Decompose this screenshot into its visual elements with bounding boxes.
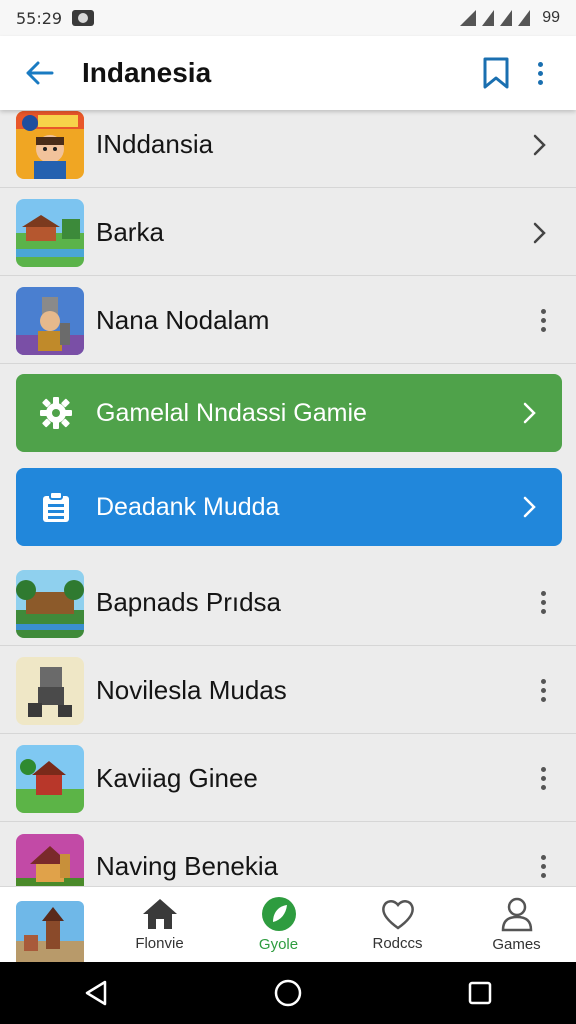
page-title: Indanesia — [82, 57, 212, 88]
heart-icon — [381, 900, 414, 930]
home-circle-icon[interactable] — [258, 968, 318, 1018]
leaf-circle-icon — [261, 897, 296, 931]
signal-icon — [482, 10, 495, 26]
game-list: INddansia Barka Nana Nodalam Gamelal Nnd… — [0, 110, 576, 886]
list-item-label: Nana Nodalam — [96, 305, 270, 335]
status-icons: 99 — [460, 9, 560, 27]
list-item[interactable]: Kaviiag Ginee — [0, 736, 576, 822]
list-item[interactable]: Nana Nodalam — [0, 278, 576, 364]
list-item[interactable]: Bapnads Prıdsa — [0, 560, 576, 646]
chevron-right-icon — [518, 401, 542, 425]
chevron-right-icon — [518, 495, 542, 519]
building-portrait-thumbnail — [16, 111, 84, 179]
bottom-peek-thumbnail — [0, 887, 100, 963]
more-vert-icon[interactable] — [541, 855, 546, 878]
more-vert-icon[interactable] — [520, 53, 560, 93]
nav-label: Rodccs — [372, 935, 423, 952]
bookmark-icon[interactable] — [476, 53, 516, 93]
list-item[interactable]: INddansia — [0, 110, 576, 188]
nav-gyole[interactable]: Gyole — [219, 887, 338, 962]
banner-label: Gamelal Nndassi Gamie — [96, 398, 367, 427]
status-time: 55:29 — [16, 8, 63, 28]
camera-notification-icon — [72, 10, 95, 26]
list-item-label: Novilesla Mudas — [96, 675, 287, 705]
nav-games[interactable]: Games — [457, 887, 576, 962]
signal-icon-2 — [500, 10, 513, 26]
jungle-temple-thumbnail — [16, 570, 84, 638]
more-vert-icon[interactable] — [541, 309, 546, 332]
bottom-navigation: Flonvie Gyole Rodccs Games — [0, 886, 576, 963]
list-item-label: Bapnads Prıdsa — [96, 587, 282, 617]
nav-home[interactable]: Flonvie — [100, 887, 219, 962]
village-scene-thumbnail — [16, 199, 84, 267]
back-triangle-icon[interactable] — [66, 968, 126, 1018]
system-navigation-bar — [0, 962, 576, 1024]
nav-label: Flonvie — [135, 935, 184, 952]
gear-icon — [36, 393, 76, 433]
chevron-right-icon — [528, 133, 552, 157]
list-item[interactable]: Naving Benekia — [0, 824, 576, 886]
blue-promo-banner[interactable]: Deadank Mudda — [16, 468, 562, 546]
back-arrow-icon[interactable] — [20, 53, 60, 93]
app-bar: Indanesia — [0, 36, 576, 110]
recents-square-icon[interactable] — [450, 968, 510, 1018]
more-vert-icon[interactable] — [541, 679, 546, 702]
list-item-label: Barka — [96, 217, 164, 247]
list-item-label: INddansia — [96, 129, 214, 159]
list-item-label: Naving Benekia — [96, 851, 279, 881]
clipboard-icon — [36, 487, 76, 527]
chevron-right-icon — [528, 221, 552, 245]
wifi-icon — [460, 10, 477, 26]
battery-icon — [518, 10, 531, 26]
list-item[interactable]: Barka — [0, 190, 576, 276]
person-icon — [501, 897, 532, 932]
home-icon — [142, 899, 177, 929]
nav-label: Gyole — [258, 936, 299, 953]
list-item-label: Kaviiag Ginee — [96, 763, 258, 793]
warrior-character-thumbnail — [16, 287, 84, 355]
more-vert-icon[interactable] — [541, 591, 546, 614]
battery-level: 99 — [542, 9, 560, 26]
robot-runner-thumbnail — [16, 657, 84, 725]
banner-label: Deadank Mudda — [96, 492, 280, 521]
island-hut-thumbnail — [16, 745, 84, 813]
nav-label: Games — [492, 936, 541, 953]
pagoda-scene-thumbnail — [16, 834, 84, 886]
more-vert-icon[interactable] — [541, 767, 546, 790]
list-item[interactable]: Novilesla Mudas — [0, 648, 576, 734]
nav-rodccs[interactable]: Rodccs — [338, 887, 457, 962]
green-promo-banner[interactable]: Gamelal Nndassi Gamie — [16, 374, 562, 452]
status-bar: 55:29 99 — [0, 0, 576, 36]
temple-thumbnail — [16, 901, 84, 963]
